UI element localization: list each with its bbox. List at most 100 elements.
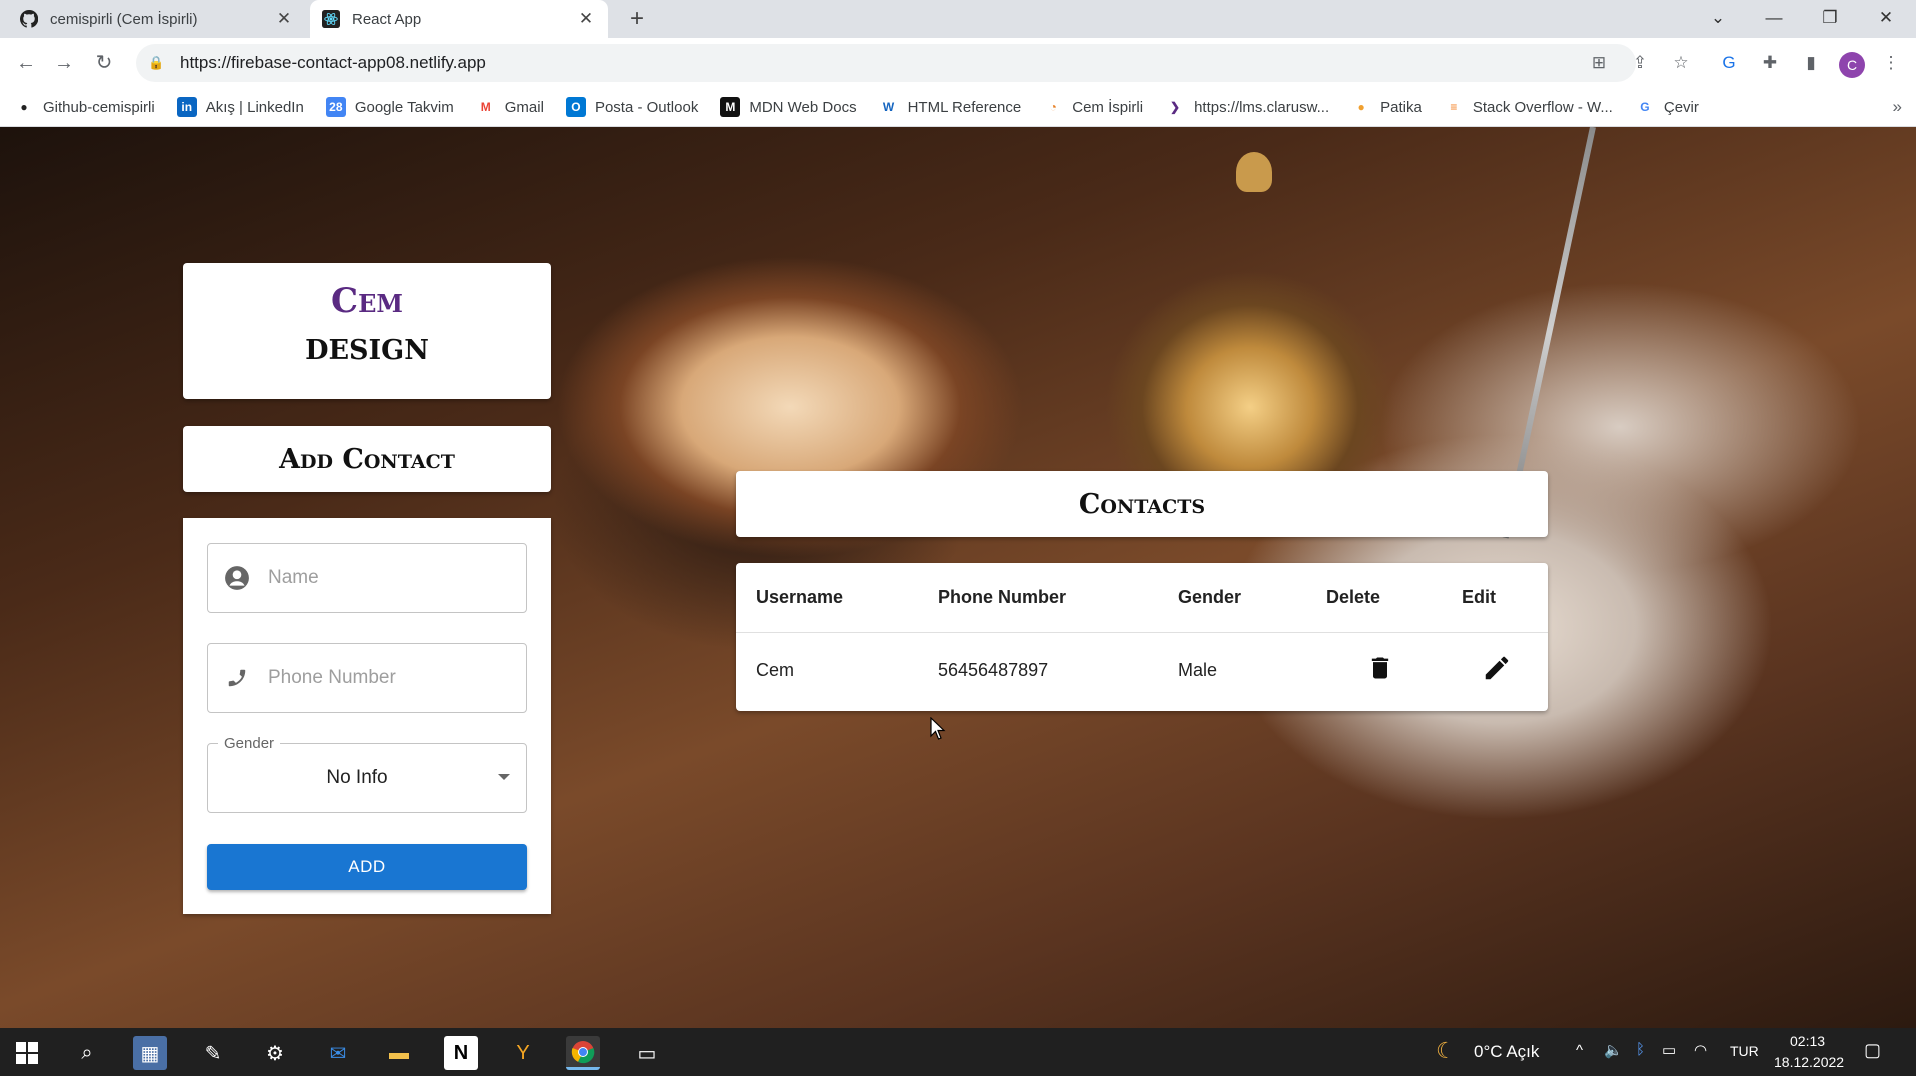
bookmark-label: Stack Overflow - W... xyxy=(1472,98,1613,116)
volume-icon[interactable]: 🔈 xyxy=(1604,1041,1623,1059)
tab-react-app[interactable]: React App ✕ xyxy=(310,0,608,38)
delete-icon[interactable] xyxy=(1366,653,1394,683)
notification-icon[interactable]: ▢ xyxy=(1864,1040,1881,1061)
tab-search-icon[interactable]: ⌄ xyxy=(1692,0,1744,36)
clock-time[interactable]: 02:13 xyxy=(1790,1033,1825,1049)
moon-weather-icon: ☾ xyxy=(1436,1038,1456,1063)
gmail-icon: M xyxy=(480,100,491,114)
google-translate-extension-icon[interactable]: G xyxy=(1716,50,1742,76)
add-contact-title-card: Add Contact xyxy=(183,426,551,492)
gender-value: No Info xyxy=(326,767,388,788)
url-bar[interactable]: 🔒 https://firebase-contact-app08.netlify… xyxy=(136,44,1636,82)
clock-date[interactable]: 18.12.2022 xyxy=(1774,1054,1844,1070)
name-input[interactable]: Name xyxy=(207,543,527,613)
edit-icon[interactable] xyxy=(1482,653,1512,683)
yandex-icon[interactable]: Y xyxy=(506,1036,540,1070)
bookmark-translate[interactable]: G Çevir xyxy=(1635,97,1699,117)
bookmark-label: Patika xyxy=(1380,98,1422,116)
header-username: Username xyxy=(756,587,844,607)
phone-placeholder: Phone Number xyxy=(268,667,396,688)
settings-gear-icon[interactable]: ⚙ xyxy=(258,1036,292,1070)
brand-subtitle: DESIGN xyxy=(305,335,429,366)
header-delete: Delete xyxy=(1326,587,1381,607)
weather-text[interactable]: 0°C Açık xyxy=(1474,1042,1539,1062)
windows-taskbar: ⌕ ▦ ✎ ⚙ ✉ ▬ N Y ▭ ☾ 0°C Açık ^ 🔈 ᛒ ▭ ◠ T… xyxy=(0,1028,1916,1076)
dropdown-caret-icon xyxy=(498,774,510,780)
file-explorer-icon[interactable]: ▬ xyxy=(382,1036,416,1070)
bookmark-label: MDN Web Docs xyxy=(749,98,857,116)
bookmark-label: Github-cemispirli xyxy=(43,98,155,116)
close-tab-icon[interactable]: ✕ xyxy=(274,9,294,29)
bookmark-mdn[interactable]: M MDN Web Docs xyxy=(720,97,857,117)
calculator-icon[interactable]: ▦ xyxy=(133,1036,167,1070)
tab-github[interactable]: cemispirli (Cem İspirli) ✕ xyxy=(8,0,306,38)
bookmark-html-reference[interactable]: W HTML Reference xyxy=(879,97,1022,117)
cell-gender: Male xyxy=(1178,659,1218,680)
wifi-icon[interactable]: ◠ xyxy=(1694,1041,1707,1059)
mdn-icon: M xyxy=(720,97,741,117)
bookmark-clarusway[interactable]: ❯ https://lms.clarusw... xyxy=(1165,97,1329,117)
github-icon xyxy=(20,10,38,28)
mail-icon[interactable]: ✉ xyxy=(321,1036,355,1070)
menu-icon[interactable]: ⋮ xyxy=(1878,50,1904,76)
brand-name: Cem xyxy=(331,281,403,321)
language-indicator[interactable]: TUR xyxy=(1730,1043,1759,1059)
bookmark-gmail[interactable]: M Gmail xyxy=(476,97,544,117)
tab-title: cemispirli (Cem İspirli) xyxy=(50,10,198,28)
gender-select[interactable]: Gender No Info xyxy=(207,735,527,813)
table-row: Cem 56456487897 Male xyxy=(736,635,1548,705)
bookmark-label: Çevir xyxy=(1663,98,1699,116)
contacts-title: Contacts xyxy=(1078,488,1206,520)
bookmark-label: Akış | LinkedIn xyxy=(205,98,304,116)
terminal-icon[interactable]: ▭ xyxy=(630,1036,664,1070)
add-button[interactable]: ADD xyxy=(207,844,527,890)
gender-label: Gender xyxy=(218,735,281,752)
contacts-table: Username Phone Number Gender Delete Edit… xyxy=(736,563,1548,711)
header-phone: Phone Number xyxy=(938,587,1067,607)
close-window-button[interactable]: ✕ xyxy=(1860,0,1912,36)
url-text: https://firebase-contact-app08.netlify.a… xyxy=(180,53,486,72)
windows-start-icon[interactable] xyxy=(10,1036,44,1070)
header-gender: Gender xyxy=(1178,587,1242,607)
new-tab-button[interactable]: + xyxy=(622,4,652,34)
bookmark-label: HTML Reference xyxy=(907,98,1022,116)
background-bell xyxy=(1236,152,1272,192)
more-bookmarks-icon[interactable]: » xyxy=(1893,97,1902,117)
notepad-icon[interactable]: ✎ xyxy=(196,1036,230,1070)
bookmark-linkedin[interactable]: in Akış | LinkedIn xyxy=(176,97,304,117)
bookmark-outlook[interactable]: O Posta - Outlook xyxy=(565,97,699,117)
bookmark-github[interactable]: ● Github-cemispirli xyxy=(14,97,155,117)
bookmark-label: Posta - Outlook xyxy=(594,98,699,116)
bluetooth-icon[interactable]: ᛒ xyxy=(1636,1041,1645,1058)
extensions-icon[interactable]: ✚ xyxy=(1757,50,1783,76)
bookmark-cem-ispirli[interactable]: ◔ Cem İspirli xyxy=(1043,97,1143,117)
bookmark-google-calendar[interactable]: 28 Google Takvim xyxy=(325,97,454,117)
restore-button[interactable]: ❐ xyxy=(1804,0,1856,36)
translate-icon: G xyxy=(1640,100,1650,114)
cell-username: Cem xyxy=(756,659,795,680)
share-icon[interactable]: ⇪ xyxy=(1627,50,1653,76)
show-hidden-icons-icon[interactable]: ^ xyxy=(1576,1042,1583,1059)
chrome-icon[interactable] xyxy=(566,1036,600,1070)
bookmark-label: Cem İspirli xyxy=(1072,98,1144,116)
reload-icon[interactable]: ↻ xyxy=(88,47,120,79)
tab-bar: cemispirli (Cem İspirli) ✕ React App ✕ +… xyxy=(0,0,1916,38)
side-panel-icon[interactable]: ▮ xyxy=(1798,50,1824,76)
close-tab-icon[interactable]: ✕ xyxy=(576,9,596,29)
forward-icon[interactable]: → xyxy=(48,47,80,79)
search-icon[interactable]: ⌕ xyxy=(70,1036,104,1070)
react-icon xyxy=(322,10,340,28)
bookmark-star-icon[interactable]: ☆ xyxy=(1668,50,1694,76)
battery-icon[interactable]: ▭ xyxy=(1662,1041,1676,1059)
back-icon[interactable]: ← xyxy=(10,47,42,79)
calendar-icon: 28 xyxy=(325,97,346,117)
outlook-icon: O xyxy=(565,97,586,117)
profile-avatar[interactable]: C xyxy=(1839,52,1865,78)
brand-card: Cem DESIGN xyxy=(183,263,551,399)
minimize-button[interactable]: — xyxy=(1748,0,1800,36)
bookmark-stackoverflow[interactable]: ≡ Stack Overflow - W... xyxy=(1444,97,1613,117)
bookmark-patika[interactable]: ● Patika xyxy=(1351,97,1422,117)
notion-icon[interactable]: N xyxy=(444,1036,478,1070)
phone-input[interactable]: Phone Number xyxy=(207,643,527,713)
translate-page-icon[interactable]: ⊞ xyxy=(1586,50,1612,76)
